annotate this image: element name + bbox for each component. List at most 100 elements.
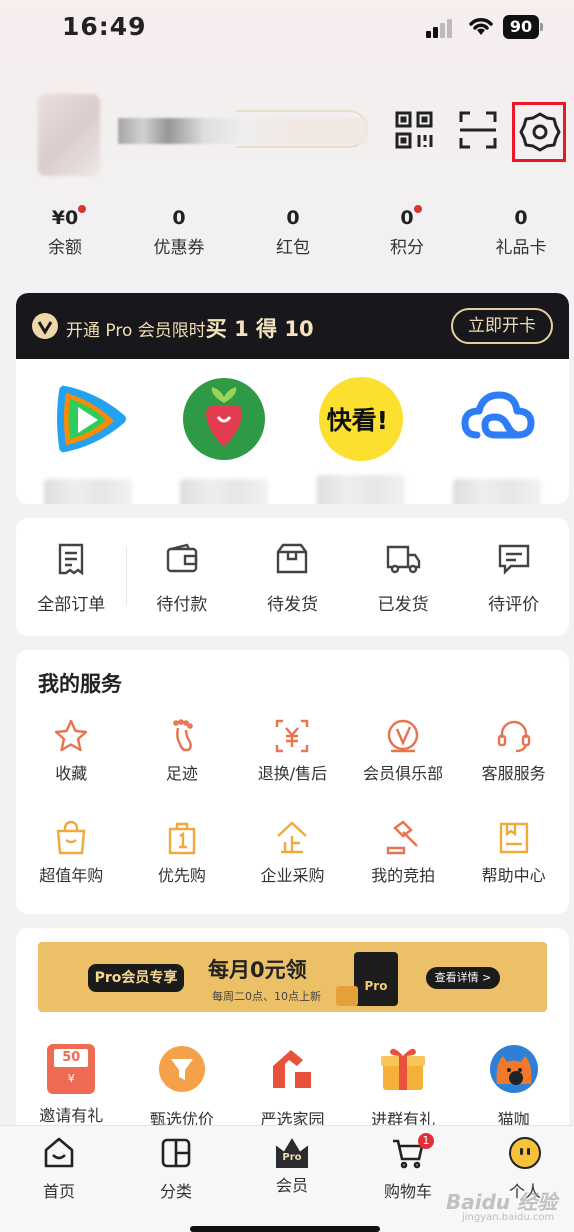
pro-promo-text: 开通 Pro 会员限时买 1 得 10 (66, 313, 314, 343)
home-logo-icon (273, 1050, 312, 1088)
stat-red-packets[interactable]: 0 红包 (236, 203, 350, 258)
services-title: 我的服务 (38, 672, 122, 696)
service-label: 帮助中心 (481, 866, 546, 885)
service-label: 会员俱乐部 (363, 764, 444, 783)
order-unpaid[interactable]: 待付款 (127, 542, 238, 636)
scan-icon[interactable] (456, 108, 500, 152)
tab-cart[interactable]: 1 购物车 (368, 1133, 448, 1202)
service-priority-purchase[interactable]: 优先购 (127, 810, 238, 912)
order-label: 待评价 (488, 595, 540, 615)
home-indicator (190, 1226, 380, 1232)
vip-club-icon (387, 719, 419, 753)
service-auction[interactable]: 我的竞拍 (348, 810, 459, 912)
partner-app[interactable] (164, 377, 284, 504)
service-customer-service[interactable]: 客服服务 (458, 708, 569, 810)
order-shipped[interactable]: 已发货 (348, 542, 459, 636)
help-book-icon (499, 822, 528, 854)
service-label: 超值年购 (39, 866, 104, 885)
pro-exclusive-banner[interactable]: Pro会员专享 每月0元领 每周二0点、10点上新 Pro 查看详情 > (38, 942, 547, 1012)
activity-join-group[interactable]: 进群有礼 (348, 1044, 459, 1130)
battery-indicator: 90 (503, 15, 543, 39)
service-annual-purchase[interactable]: 超值年购 (16, 810, 127, 912)
avatar[interactable] (38, 94, 100, 176)
notification-dot (78, 205, 86, 213)
tencent-video-icon (57, 385, 127, 453)
stat-label: 余额 (48, 238, 82, 258)
qr-code-icon[interactable] (392, 108, 436, 152)
priority-bag-icon (168, 822, 196, 855)
service-favorites[interactable]: 收藏 (16, 708, 127, 810)
order-all[interactable]: 全部订单 (16, 542, 127, 636)
stat-value: 0 (514, 207, 528, 229)
partner-app[interactable] (437, 377, 557, 504)
tab-label: 分类 (159, 1182, 192, 1201)
order-label: 全部订单 (37, 595, 106, 615)
partner-app[interactable] (28, 377, 148, 504)
profile-icon (509, 1137, 541, 1169)
shopping-bag-icon (56, 820, 86, 855)
kuaikan-logo-text: 快看! (326, 406, 389, 435)
service-help-center[interactable]: 帮助中心 (458, 810, 569, 912)
wallet-icon (166, 543, 198, 573)
activities-card: Pro会员专享 每月0元领 每周二0点、10点上新 Pro 查看详情 > 50 … (16, 928, 569, 1148)
activity-selected-price[interactable]: 甄选优价 (127, 1044, 238, 1130)
tab-label: 首页 (42, 1182, 75, 1201)
home-icon (44, 1137, 74, 1168)
service-label: 我的竞拍 (371, 866, 436, 885)
gift-box-icon (381, 1048, 426, 1090)
cloud-icon (461, 391, 535, 439)
partner-app[interactable]: 快看! (301, 377, 421, 504)
auction-hammer-icon (386, 820, 418, 855)
activity-yanxuan-home[interactable]: 严选家园 (237, 1044, 348, 1130)
order-label: 待发货 (266, 595, 318, 615)
service-enterprise[interactable]: 企业采购 (237, 810, 348, 912)
notification-dot (414, 205, 422, 213)
stat-value: 0 (172, 207, 186, 229)
service-vip-club[interactable]: 会员俱乐部 (348, 708, 459, 810)
settings-highlight-box (512, 102, 566, 162)
username-blurred[interactable] (118, 118, 368, 144)
tab-home[interactable]: 首页 (19, 1136, 99, 1202)
stat-points[interactable]: 0 积分 (350, 203, 464, 258)
tab-category[interactable]: 分类 (136, 1136, 216, 1202)
open-card-button[interactable]: 立即开卡 (451, 308, 553, 344)
stat-gift-cards[interactable]: 0 礼品卡 (464, 203, 574, 258)
tab-label: 会员 (275, 1176, 308, 1195)
baidu-watermark-url: jingyan.baidu.com (462, 1212, 555, 1223)
view-details-button[interactable]: 查看详情 > (426, 967, 500, 989)
pro-bag-icon: Pro (354, 952, 398, 1006)
service-label: 优先购 (157, 866, 206, 885)
services-grid: 收藏 足迹 退换/售后 会员俱乐部 客服服务 超值年购 优先购 企业采购 我的竞… (16, 708, 569, 912)
promo-prefix: 开通 Pro 会员限时 (66, 321, 206, 341)
tab-member[interactable]: Pro 会员 (252, 1136, 332, 1196)
footprint-icon (173, 719, 193, 752)
pro-v-icon (32, 313, 58, 339)
service-label: 退换/售后 (257, 764, 328, 783)
truck-icon (386, 545, 421, 574)
order-label: 待付款 (156, 595, 208, 615)
activity-cat-cafe[interactable]: 猫咖 (458, 1044, 569, 1130)
services-card: 我的服务 收藏 足迹 退换/售后 会员俱乐部 客服服务 超值年购 优先购 企业采… (16, 650, 569, 914)
service-refund[interactable]: 退换/售后 (237, 708, 348, 810)
promo-highlight: 买 1 得 10 (205, 317, 314, 341)
pro-promo-bar[interactable]: 开通 Pro 会员限时买 1 得 10 立即开卡 (16, 293, 569, 359)
order-unshipped[interactable]: 待发货 (237, 542, 348, 636)
box-icon (277, 543, 308, 574)
order-card: 全部订单 待付款 待发货 已发货 待评价 (16, 518, 569, 636)
stat-label: 礼品卡 (495, 238, 547, 258)
activity-invite[interactable]: 50 ¥ 邀请有礼 (16, 1044, 127, 1130)
stat-coupons[interactable]: 0 优惠券 (122, 203, 236, 258)
filter-icon (158, 1046, 205, 1092)
activities-row: 50 ¥ 邀请有礼 甄选优价 严选家园 进群有礼 猫咖 (16, 1044, 569, 1130)
baidu-watermark: Baidu 经验 (446, 1190, 558, 1214)
pro-membership-card: 开通 Pro 会员限时买 1 得 10 立即开卡 快看! (16, 293, 569, 504)
order-to-review[interactable]: 待评价 (458, 542, 569, 636)
stat-balance[interactable]: ¥0 余额 (8, 203, 122, 258)
coupon-icon: 50 ¥ (47, 1044, 96, 1094)
stat-value: 0 (286, 207, 300, 229)
service-footprint[interactable]: 足迹 (127, 708, 238, 810)
cat-icon (489, 1045, 538, 1093)
service-label: 客服服务 (481, 764, 546, 783)
service-label: 收藏 (55, 764, 88, 783)
app-name-blurred (180, 479, 269, 504)
